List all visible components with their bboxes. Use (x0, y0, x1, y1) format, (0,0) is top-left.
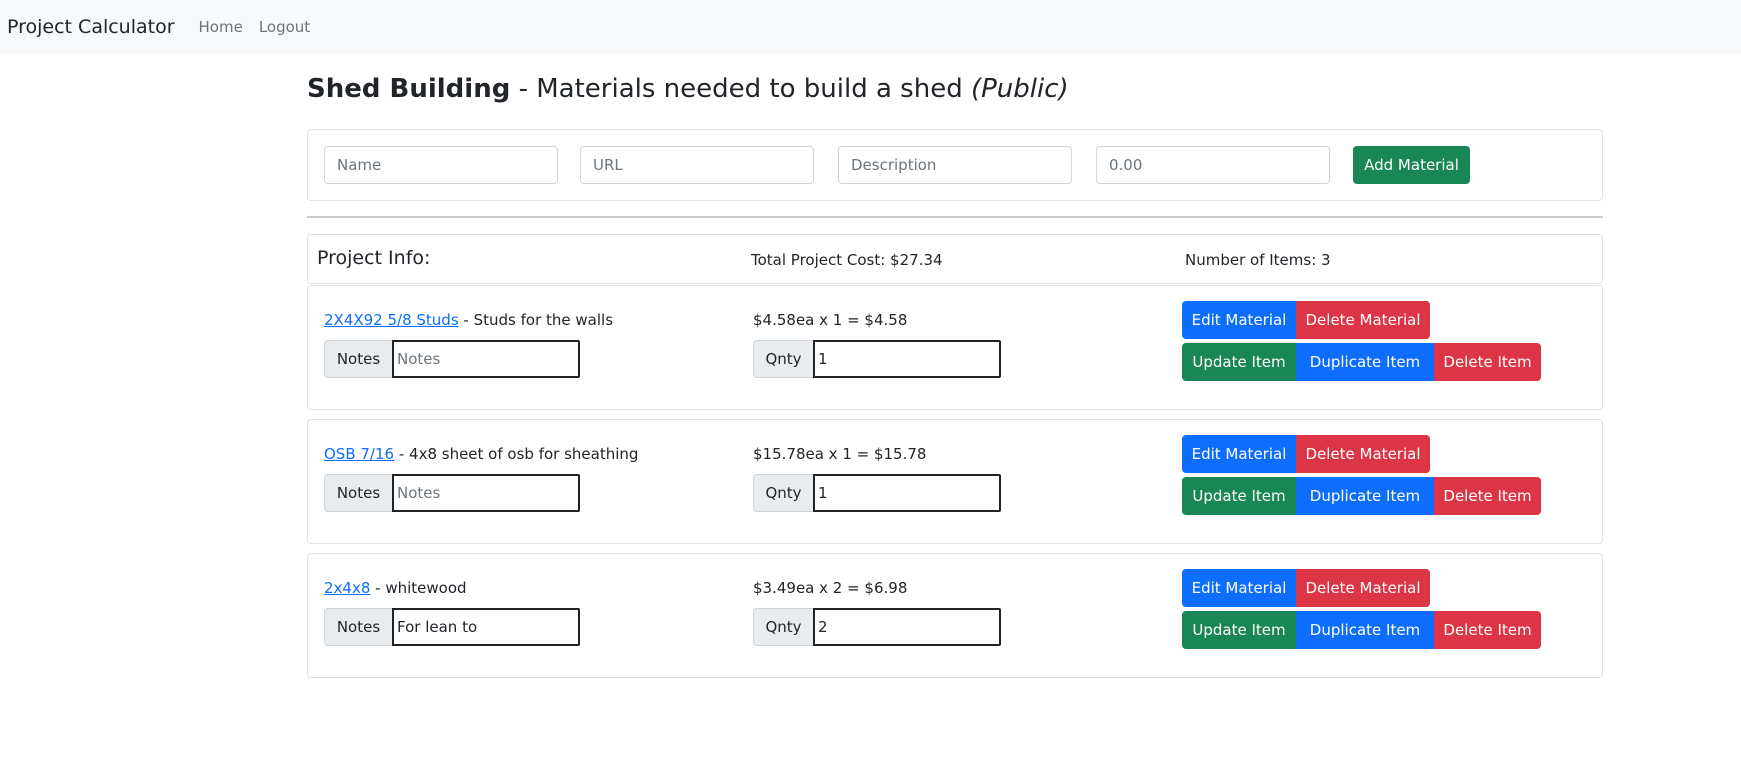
material-title: 2x4x8 - whitewood (324, 579, 467, 597)
add-material-button[interactable]: Add Material (1353, 146, 1470, 184)
notes-input[interactable] (392, 474, 580, 512)
material-title: 2X4X92 5/8 Studs - Studs for the walls (324, 311, 613, 329)
material-name-input[interactable] (324, 146, 558, 184)
notes-input-group: Notes (324, 340, 580, 378)
project-name: Shed Building (307, 74, 511, 104)
material-item-card: OSB 7/16 - 4x8 sheet of osb for sheathin… (307, 419, 1603, 544)
nav-home-link[interactable]: Home (199, 18, 243, 36)
price-calculation: $15.78ea x 1 = $15.78 (753, 445, 927, 463)
brand-title[interactable]: Project Calculator (7, 16, 175, 38)
duplicate-item-button[interactable]: Duplicate Item (1296, 477, 1434, 515)
quantity-label: Qnty (753, 474, 813, 512)
material-description: - 4x8 sheet of osb for sheathing (394, 445, 639, 463)
navbar: Project Calculator Home Logout (0, 0, 1741, 54)
delete-item-button[interactable]: Delete Item (1434, 343, 1541, 381)
material-link[interactable]: OSB 7/16 (324, 445, 394, 463)
material-item-card: 2x4x8 - whitewood $3.49ea x 2 = $6.98 No… (307, 553, 1603, 678)
item-button-group: Update Item Duplicate Item Delete Item (1182, 343, 1541, 381)
nav-logout-link[interactable]: Logout (259, 18, 310, 36)
duplicate-item-button[interactable]: Duplicate Item (1296, 343, 1434, 381)
material-item-card: 2X4X92 5/8 Studs - Studs for the walls $… (307, 285, 1603, 410)
notes-label: Notes (324, 340, 392, 378)
delete-material-button[interactable]: Delete Material (1296, 435, 1430, 473)
notes-label: Notes (324, 474, 392, 512)
quantity-label: Qnty (753, 340, 813, 378)
number-of-items: Number of Items: 3 (1185, 251, 1331, 269)
notes-input-group: Notes (324, 608, 580, 646)
notes-label: Notes (324, 608, 392, 646)
quantity-input-group: Qnty (753, 474, 1001, 512)
update-item-button[interactable]: Update Item (1182, 611, 1296, 649)
project-info-card: Project Info: Total Project Cost: $27.34… (307, 234, 1603, 284)
quantity-input[interactable] (813, 340, 1001, 378)
duplicate-item-button[interactable]: Duplicate Item (1296, 611, 1434, 649)
delete-item-button[interactable]: Delete Item (1434, 477, 1541, 515)
delete-material-button[interactable]: Delete Material (1296, 569, 1430, 607)
material-price-input[interactable] (1096, 146, 1330, 184)
delete-item-button[interactable]: Delete Item (1434, 611, 1541, 649)
quantity-input-group: Qnty (753, 608, 1001, 646)
page-title: Shed Building - Materials needed to buil… (307, 73, 1069, 105)
notes-input[interactable] (392, 608, 580, 646)
material-title: OSB 7/16 - 4x8 sheet of osb for sheathin… (324, 445, 638, 463)
notes-input-group: Notes (324, 474, 580, 512)
title-separator: - (510, 74, 537, 104)
edit-material-button[interactable]: Edit Material (1182, 435, 1296, 473)
item-button-group: Update Item Duplicate Item Delete Item (1182, 611, 1541, 649)
material-button-group: Edit Material Delete Material (1182, 569, 1430, 607)
add-material-form: Add Material (307, 129, 1603, 201)
quantity-input-group: Qnty (753, 340, 1001, 378)
material-description: - whitewood (370, 579, 467, 597)
item-button-group: Update Item Duplicate Item Delete Item (1182, 477, 1541, 515)
total-project-cost: Total Project Cost: $27.34 (751, 251, 943, 269)
edit-material-button[interactable]: Edit Material (1182, 569, 1296, 607)
notes-input[interactable] (392, 340, 580, 378)
update-item-button[interactable]: Update Item (1182, 343, 1296, 381)
edit-material-button[interactable]: Edit Material (1182, 301, 1296, 339)
material-button-group: Edit Material Delete Material (1182, 435, 1430, 473)
quantity-input[interactable] (813, 474, 1001, 512)
price-calculation: $4.58ea x 1 = $4.58 (753, 311, 908, 329)
delete-material-button[interactable]: Delete Material (1296, 301, 1430, 339)
visibility-label: (Public) (970, 74, 1069, 104)
material-link[interactable]: 2X4X92 5/8 Studs (324, 311, 459, 329)
material-link[interactable]: 2x4x8 (324, 579, 370, 597)
material-button-group: Edit Material Delete Material (1182, 301, 1430, 339)
material-description: - Studs for the walls (458, 311, 614, 329)
material-url-input[interactable] (580, 146, 814, 184)
quantity-input[interactable] (813, 608, 1001, 646)
project-description: Materials needed to build a shed (536, 74, 963, 104)
project-info-title: Project Info: (317, 247, 431, 269)
divider (307, 216, 1603, 218)
update-item-button[interactable]: Update Item (1182, 477, 1296, 515)
price-calculation: $3.49ea x 2 = $6.98 (753, 579, 908, 597)
material-description-input[interactable] (838, 146, 1072, 184)
quantity-label: Qnty (753, 608, 813, 646)
